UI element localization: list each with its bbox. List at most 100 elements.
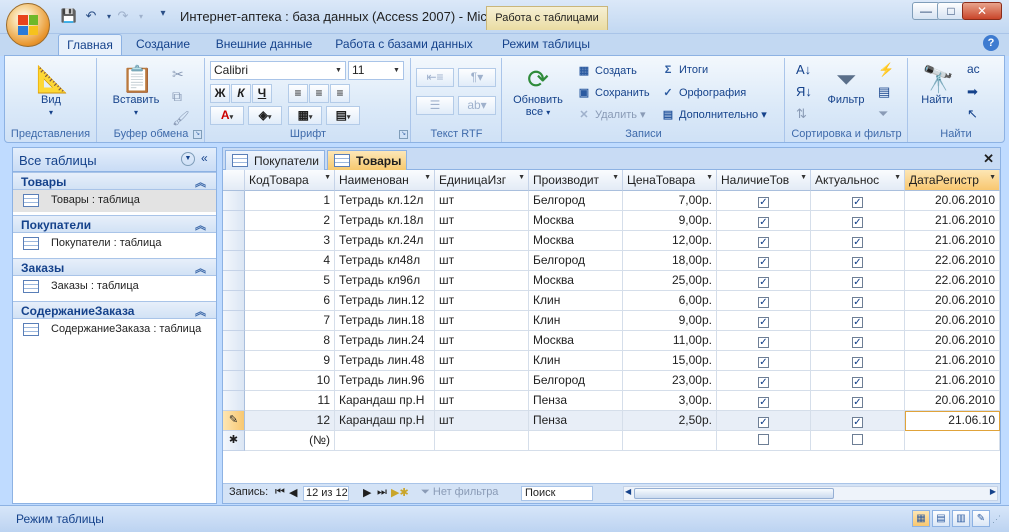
cell-id[interactable]: 2 — [245, 211, 335, 231]
cell-unit[interactable]: шт — [435, 331, 529, 351]
row-selector[interactable] — [223, 371, 245, 391]
cell-unit[interactable]: шт — [435, 291, 529, 311]
cell-name[interactable]: Тетрадь лин.18 — [335, 311, 435, 331]
cell-id[interactable]: 9 — [245, 351, 335, 371]
checkbox[interactable]: ✓ — [758, 417, 769, 428]
collapse-icon[interactable]: ︽ — [195, 174, 206, 190]
table-row[interactable]: 10 Тетрадь лин.96 шт Белгород 23,00р. ✓ ✓ 21.06… — [223, 371, 1000, 391]
cell-date[interactable]: 20.06.2010 — [905, 391, 1000, 411]
tab-database-tools[interactable]: Работа с базами данных — [330, 34, 478, 56]
advanced-filter-icon[interactable]: ▤ — [878, 84, 890, 100]
checkbox[interactable]: ✓ — [758, 217, 769, 228]
delete-record-button[interactable]: ✕ Удалить ▾ — [577, 108, 645, 121]
checkbox-cell[interactable]: ✓ — [811, 391, 905, 411]
checkbox-cell[interactable]: ✓ — [717, 391, 811, 411]
checkbox-cell[interactable]: ✓ — [717, 251, 811, 271]
new-record-row[interactable]: ✱ (№) — [223, 431, 1000, 451]
checkbox[interactable]: ✓ — [758, 317, 769, 328]
find-button[interactable]: 🔭 Найти — [913, 64, 961, 106]
record-position-input[interactable]: 12 из 12 — [303, 486, 349, 501]
col-header-availability[interactable]: НаличиеТов ▼ — [717, 170, 811, 191]
col-header-id[interactable]: КодТовара ▼ — [245, 170, 335, 191]
cell-autonumber[interactable]: (№) — [245, 431, 335, 451]
checkbox[interactable]: ✓ — [852, 357, 863, 368]
horizontal-scrollbar[interactable]: ◀ ▶ — [623, 486, 998, 501]
checkbox-cell[interactable]: ✓ — [811, 251, 905, 271]
cell-price[interactable]: 7,00р. — [623, 191, 717, 211]
cell-price[interactable]: 15,00р. — [623, 351, 717, 371]
row-selector[interactable] — [223, 191, 245, 211]
checkbox-cell[interactable]: ✓ — [717, 371, 811, 391]
new-record-nav-icon[interactable]: ▶✱ — [391, 486, 409, 499]
select-icon[interactable]: ↖ — [967, 106, 978, 122]
row-selector[interactable] — [223, 331, 245, 351]
checkbox-cell[interactable]: ✓ — [811, 211, 905, 231]
align-left-button[interactable]: ≡ — [288, 84, 308, 103]
checkbox-cell[interactable]: ✓ — [811, 191, 905, 211]
cell-maker[interactable]: Пенза — [529, 411, 623, 431]
cell-unit[interactable]: шт — [435, 191, 529, 211]
cell-date[interactable]: 20.06.2010 — [905, 191, 1000, 211]
goto-icon[interactable]: ➡ — [967, 84, 978, 100]
chevron-down-icon[interactable]: ▼ — [391, 63, 402, 78]
checkbox-cell[interactable] — [717, 431, 811, 451]
cell-maker[interactable]: Клин — [529, 311, 623, 331]
bold-button[interactable]: Ж — [210, 84, 230, 103]
checkbox-cell[interactable]: ✓ — [811, 331, 905, 351]
cell-name[interactable]: Тетрадь лин.24 — [335, 331, 435, 351]
redo-icon[interactable]: ↷ — [114, 8, 132, 24]
paste-button[interactable]: 📋 Вставить ▾ — [106, 64, 166, 118]
cell-maker[interactable]: Пенза — [529, 391, 623, 411]
chevron-down-icon[interactable]: ▼ — [518, 174, 525, 181]
tab-datasheet[interactable]: Режим таблицы — [490, 34, 602, 56]
table-row[interactable]: 8 Тетрадь лин.24 шт Москва 11,00р. ✓ ✓ 20.06.20… — [223, 331, 1000, 351]
last-record-icon[interactable]: ⏭ — [377, 486, 387, 499]
checkbox-cell[interactable]: ✓ — [717, 291, 811, 311]
row-selector[interactable] — [223, 291, 245, 311]
table-row[interactable]: 5 Тетрадь кл96л шт Москва 25,00р. ✓ ✓ 22.06.201… — [223, 271, 1000, 291]
fill-color-button[interactable]: ◈▾ — [248, 106, 282, 125]
cell-unit[interactable]: шт — [435, 251, 529, 271]
cell-price[interactable]: 2,50р. — [623, 411, 717, 431]
toggle-filter-icon[interactable]: ⏷ — [878, 106, 888, 122]
doc-tab-products[interactable]: Товары — [327, 150, 407, 170]
chevron-down-icon[interactable]: ▼ — [181, 152, 195, 166]
col-header-actual[interactable]: Актуальнос ▼ — [811, 170, 905, 191]
paragraph-direction-button[interactable]: ¶▾ — [458, 68, 496, 87]
filter-button[interactable]: ⏷ Фильтр — [822, 64, 870, 106]
cell-id[interactable]: 7 — [245, 311, 335, 331]
alt-row-color-button[interactable]: ▤▾ — [326, 106, 360, 125]
cell-empty[interactable] — [529, 431, 623, 451]
spelling-button[interactable]: ✓ Орфография — [661, 86, 746, 99]
save-record-button[interactable]: ▣ Сохранить — [577, 86, 650, 99]
checkbox-cell[interactable] — [811, 431, 905, 451]
nav-section-products[interactable]: Товары ︽ — [13, 172, 216, 190]
cell-id[interactable]: 10 — [245, 371, 335, 391]
cell-unit[interactable]: шт — [435, 391, 529, 411]
row-selector[interactable] — [223, 251, 245, 271]
clear-sort-icon[interactable]: ⇅ — [796, 106, 807, 122]
col-header-date[interactable]: ДатаРегистр ▼ — [905, 170, 1000, 191]
checkbox[interactable]: ✓ — [758, 357, 769, 368]
copy-icon[interactable]: ⧉ — [172, 88, 182, 105]
cell-name[interactable]: Тетрадь лин.96 — [335, 371, 435, 391]
row-selector[interactable] — [223, 211, 245, 231]
nav-section-order-contents[interactable]: СодержаниеЗаказа ︽ — [13, 301, 216, 319]
cell-unit[interactable]: шт — [435, 311, 529, 331]
table-row[interactable]: 1 Тетрадь кл.12л шт Белгород 7,00р. ✓ ✓ 20.06.2… — [223, 191, 1000, 211]
selection-filter-icon[interactable]: ⚡ — [878, 62, 894, 78]
view-button[interactable]: 📐 Вид ▾ — [27, 64, 75, 118]
row-selector[interactable] — [223, 311, 245, 331]
checkbox[interactable]: ✓ — [758, 237, 769, 248]
cell-unit[interactable]: шт — [435, 271, 529, 291]
redo-dropdown-icon[interactable]: ▾ — [132, 12, 150, 28]
cell-date[interactable]: 20.06.2010 — [905, 291, 1000, 311]
first-record-icon[interactable]: ⏮ — [275, 486, 285, 499]
close-doc-icon[interactable]: ✕ — [983, 151, 994, 167]
cell-maker[interactable]: Москва — [529, 231, 623, 251]
sort-descending-icon[interactable]: Я↓ — [796, 84, 812, 99]
cell-id[interactable]: 1 — [245, 191, 335, 211]
help-icon[interactable]: ? — [983, 35, 999, 51]
cell-date[interactable]: 20.06.2010 — [905, 331, 1000, 351]
chevron-down-icon[interactable]: ▼ — [800, 174, 807, 181]
